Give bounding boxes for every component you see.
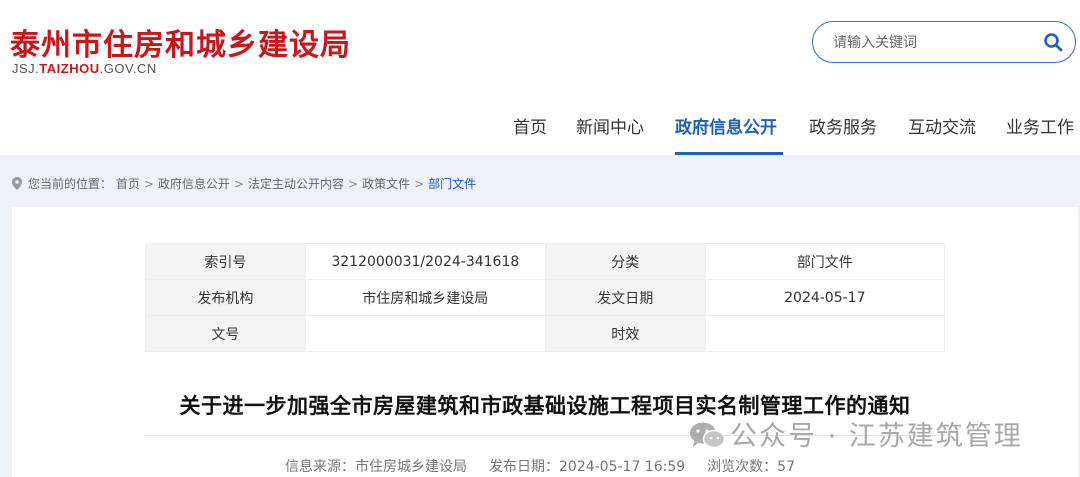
breadcrumb-separator: > [414, 177, 425, 191]
category-label: 分类 [544, 243, 706, 280]
article-publish-date: 发布日期：2024-05-17 16:59 [489, 459, 686, 475]
validity-value [704, 315, 946, 352]
nav-item-interaction[interactable]: 互动交流 [908, 113, 976, 138]
wechat-icon [688, 420, 726, 450]
site-title[interactable]: 泰州市住房和城乡建设局 [10, 20, 351, 64]
meta-row: 发布机构 市住房和城乡建设局 发文日期 2024-05-17 [145, 279, 946, 316]
domain-highlight: TAIZHOU [39, 61, 100, 76]
breadcrumb-gov-info[interactable]: 政府信息公开 [158, 177, 230, 191]
article-info: 信息来源：市住房城乡建设局 发布日期：2024-05-17 16:59 浏览次数：5… [285, 456, 817, 476]
breadcrumb-statutory[interactable]: 法定主动公开内容 [248, 177, 344, 191]
breadcrumb-policy[interactable]: 政策文件 [362, 177, 410, 191]
search-box [812, 21, 1076, 64]
issue-date-label: 发文日期 [544, 279, 706, 316]
location-pin-icon [12, 177, 22, 190]
nav-item-gov-info[interactable]: 政府信息公开 [675, 113, 777, 138]
doc-number-label: 文号 [145, 315, 306, 352]
publisher-value: 市住房和城乡建设局 [304, 279, 546, 316]
site-header: 泰州市住房和城乡建设局 JSJ.TAIZHOU.GOV.CN 首页 新闻中心 政… [0, 0, 1080, 155]
breadcrumb-home[interactable]: 首页 [116, 177, 140, 191]
watermark: 公众号 · 江苏建筑管理 [688, 414, 1023, 453]
nav-item-services[interactable]: 政务服务 [809, 113, 877, 138]
breadcrumb-separator: > [233, 177, 244, 191]
search-icon[interactable] [1043, 32, 1063, 52]
meta-row: 索引号 3212000031/2024-341618 分类 部门文件 [145, 243, 946, 280]
publisher-label: 发布机构 [145, 279, 306, 316]
breadcrumb-prefix: 您当前的位置： [28, 177, 113, 191]
validity-label: 时效 [544, 315, 706, 352]
article-views: 浏览次数：57 [707, 459, 795, 475]
watermark-text: 公众号 · 江苏建筑管理 [730, 421, 1023, 452]
doc-number-value [304, 315, 546, 352]
breadcrumb-separator: > [143, 177, 154, 191]
breadcrumb: 您当前的位置： 首页 > 政府信息公开 > 法定主动公开内容 > 政策文件 > 部门文件 [12, 175, 476, 192]
domain-prefix: JSJ. [12, 61, 40, 76]
search-input[interactable] [831, 22, 1035, 64]
site-domain: JSJ.TAIZHOU.GOV.CN [12, 61, 157, 76]
domain-suffix: .GOV.CN [99, 61, 157, 76]
breadcrumb-separator: > [348, 177, 359, 191]
nav-item-business[interactable]: 业务工作 [1006, 113, 1074, 138]
category-value: 部门文件 [704, 243, 946, 280]
nav-item-news[interactable]: 新闻中心 [576, 113, 644, 138]
main-nav: 首页 新闻中心 政府信息公开 政务服务 互动交流 业务工作 [0, 105, 1080, 155]
document-meta-table: 索引号 3212000031/2024-341618 分类 部门文件 发布机构 … [145, 243, 946, 352]
nav-item-home[interactable]: 首页 [513, 113, 547, 138]
article-source: 信息来源：市住房城乡建设局 [285, 459, 467, 475]
meta-row: 文号 时效 [145, 315, 946, 352]
index-value: 3212000031/2024-341618 [304, 243, 546, 280]
issue-date-value: 2024-05-17 [704, 279, 946, 316]
breadcrumb-current[interactable]: 部门文件 [428, 177, 476, 191]
index-label: 索引号 [145, 243, 306, 280]
